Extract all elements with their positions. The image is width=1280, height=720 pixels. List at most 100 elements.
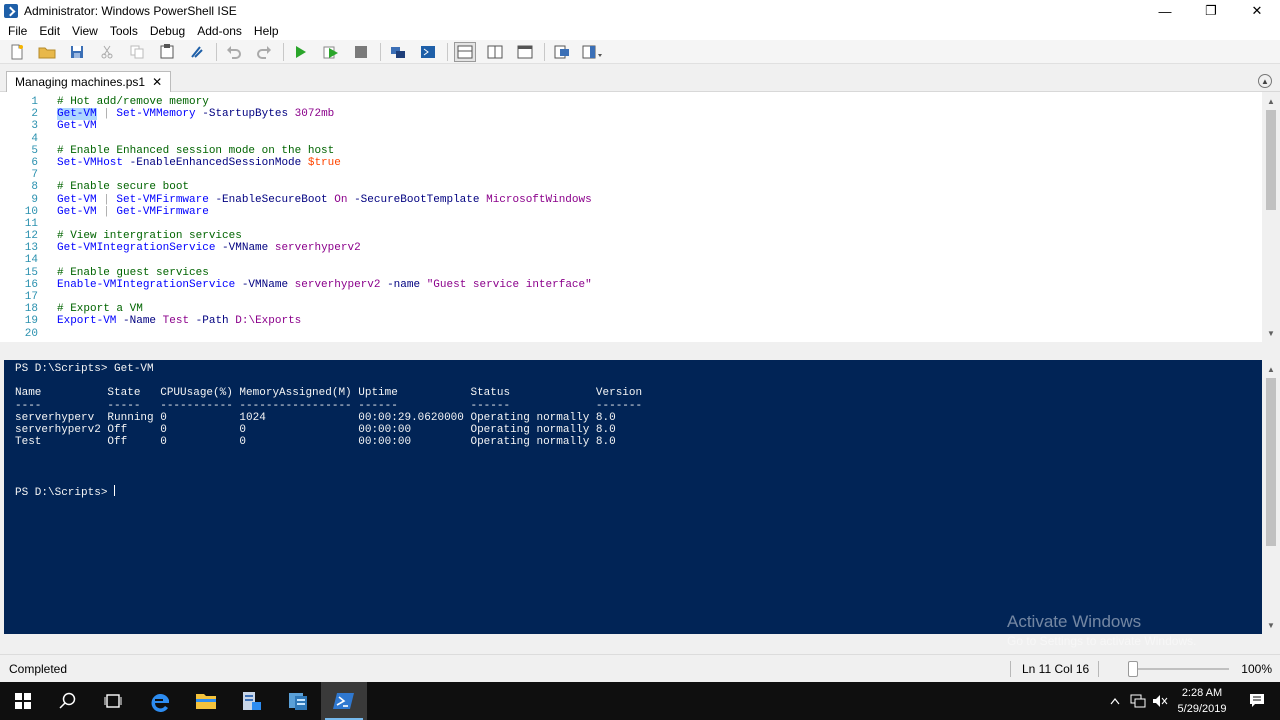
collapse-script-pane-button[interactable]: ▲	[1258, 74, 1272, 88]
code-line[interactable]: 20	[0, 328, 1262, 340]
menu-edit[interactable]: Edit	[33, 24, 66, 38]
paste-button[interactable]	[156, 42, 178, 62]
script-editor[interactable]: 1 # Hot add/remove memory 2 Get-VM | Set-VM…	[0, 96, 1262, 340]
menu-tools[interactable]: Tools	[104, 24, 144, 38]
pane-splitter[interactable]	[0, 342, 1280, 360]
code-token: -EnableSecureBoot	[208, 193, 335, 206]
menu-help[interactable]: Help	[248, 24, 285, 38]
watermark-title: Activate Windows	[1007, 612, 1142, 631]
code-token: -SecureBootTemplate	[347, 193, 487, 206]
cut-button[interactable]	[96, 42, 118, 62]
tray-volume[interactable]	[1150, 682, 1170, 720]
taskbar-powershell-ise[interactable]	[321, 682, 367, 720]
code-line[interactable]: 5 # Enable Enhanced session mode on the h…	[0, 145, 1262, 157]
menu-addons[interactable]: Add-ons	[191, 24, 248, 38]
chevron-up-icon	[1110, 698, 1120, 705]
scroll-up-arrow-icon[interactable]: ▲	[1262, 94, 1280, 108]
start-button[interactable]	[0, 682, 46, 720]
line-number: 10	[24, 205, 38, 218]
console-line: serverhyperv Running 0 1024 00:00:29.062…	[15, 411, 616, 424]
code-line[interactable]: 4	[0, 133, 1262, 145]
action-center-button[interactable]	[1240, 682, 1274, 720]
scroll-up-arrow-icon[interactable]: ▲	[1262, 362, 1280, 376]
stop-button[interactable]	[350, 42, 372, 62]
line-number: 20	[24, 327, 38, 340]
code-line[interactable]: 6 Set-VMHost -EnableEnhancedSessionMode $…	[0, 157, 1262, 169]
status-bar: Completed Ln 11 Col 16 100%	[0, 654, 1280, 682]
code-line[interactable]: 12 # View intergration services	[0, 230, 1262, 242]
console-output[interactable]: PS D:\Scripts> Get-VM Name State CPUUsage…	[15, 363, 642, 499]
code-line[interactable]: 16 Enable-VMIntegrationService -VMName se…	[0, 279, 1262, 291]
zoom-slider-track[interactable]	[1135, 668, 1229, 670]
console-scrollbar[interactable]: ▲ ▼	[1262, 360, 1280, 634]
start-powershell-button[interactable]	[417, 42, 439, 62]
script-pane[interactable]: 1 # Hot add/remove memory 2 Get-VM | Set-VM…	[0, 92, 1280, 342]
run-script-button[interactable]	[290, 42, 312, 62]
undo-button[interactable]	[223, 42, 245, 62]
code-token: |	[96, 205, 117, 218]
code-line[interactable]: 1 # Hot add/remove memory	[0, 96, 1262, 108]
code-line[interactable]: 19 Export-VM -Name Test -Path D:\Exports	[0, 315, 1262, 327]
show-script-top-button[interactable]	[454, 41, 476, 62]
menu-view[interactable]: View	[66, 24, 104, 38]
code-line[interactable]: 7	[0, 169, 1262, 181]
script-scrollbar-thumb[interactable]	[1266, 110, 1276, 210]
code-line[interactable]: 9 Get-VM | Set-VMFirmware -EnableSecureBo…	[0, 194, 1262, 206]
redo-button[interactable]	[253, 42, 275, 62]
show-script-right-icon	[487, 45, 503, 58]
show-command-addon-button[interactable]	[581, 42, 603, 62]
code-line[interactable]: 15 # Enable guest services	[0, 267, 1262, 279]
minimize-button[interactable]: —	[1142, 0, 1188, 22]
restore-button[interactable]: ❐	[1188, 0, 1234, 22]
taskbar-file-explorer[interactable]	[183, 682, 229, 720]
code-token: 3072mb	[294, 108, 335, 121]
line-text	[38, 328, 57, 340]
show-script-right-button[interactable]	[484, 42, 506, 62]
code-line[interactable]: 14	[0, 254, 1262, 266]
code-line[interactable]: 17	[0, 291, 1262, 303]
line-text: Get-VM	[38, 120, 97, 132]
code-line[interactable]: 3 Get-VM	[0, 120, 1262, 132]
task-view-button[interactable]	[90, 682, 136, 720]
scroll-down-arrow-icon[interactable]: ▼	[1262, 618, 1280, 632]
new-script-button[interactable]	[6, 42, 28, 62]
taskbar-hyperv-manager[interactable]	[275, 682, 321, 720]
tray-network[interactable]	[1128, 682, 1148, 720]
show-script-max-button[interactable]	[514, 42, 536, 62]
zoom-slider-thumb[interactable]	[1128, 661, 1138, 677]
code-line[interactable]: 10 Get-VM | Get-VMFirmware	[0, 206, 1262, 218]
tab-managing-machines[interactable]: Managing machines.ps1 ✕	[6, 71, 172, 92]
console-pane[interactable]: PS D:\Scripts> Get-VM Name State CPUUsage…	[4, 360, 1280, 648]
cut-icon	[101, 45, 113, 58]
show-command-window-button[interactable]	[551, 42, 573, 62]
script-scrollbar[interactable]: ▲ ▼	[1262, 92, 1280, 342]
code-line[interactable]: 11	[0, 218, 1262, 230]
menu-file[interactable]: File	[2, 24, 33, 38]
save-button[interactable]	[66, 42, 88, 62]
run-selection-button[interactable]	[320, 42, 342, 62]
code-line[interactable]: 18 # Export a VM	[0, 303, 1262, 315]
start-icon	[15, 693, 31, 709]
console-scrollbar-thumb[interactable]	[1266, 378, 1276, 546]
tray-chevron[interactable]	[1104, 682, 1126, 720]
taskbar-clock[interactable]: 2:28 AM 5/29/2019	[1168, 685, 1236, 717]
console-line: PS D:\Scripts>	[15, 484, 116, 499]
new-remote-tab-button[interactable]	[387, 42, 409, 62]
code-line[interactable]: 2 Get-VM | Set-VMMemory -StartupBytes 307…	[0, 108, 1262, 121]
code-line[interactable]: 13 Get-VMIntegrationService -VMName serve…	[0, 242, 1262, 254]
open-button[interactable]	[36, 42, 58, 62]
menu-debug[interactable]: Debug	[144, 24, 191, 38]
taskbar-edge[interactable]	[137, 682, 183, 720]
close-window-button[interactable]: ✕	[1234, 0, 1280, 22]
close-tab-icon[interactable]: ✕	[152, 75, 162, 89]
taskbar-server-manager[interactable]	[229, 682, 275, 720]
code-token: serverhyperv2	[274, 242, 361, 255]
code-line[interactable]: 8 # Enable secure boot	[0, 181, 1262, 193]
copy-button[interactable]	[126, 42, 148, 62]
scroll-down-arrow-icon[interactable]: ▼	[1262, 326, 1280, 340]
search-button[interactable]	[45, 682, 91, 720]
show-script-max-icon	[517, 45, 533, 58]
clear-console-button[interactable]	[186, 42, 208, 62]
close-icon: ✕	[1251, 3, 1263, 18]
